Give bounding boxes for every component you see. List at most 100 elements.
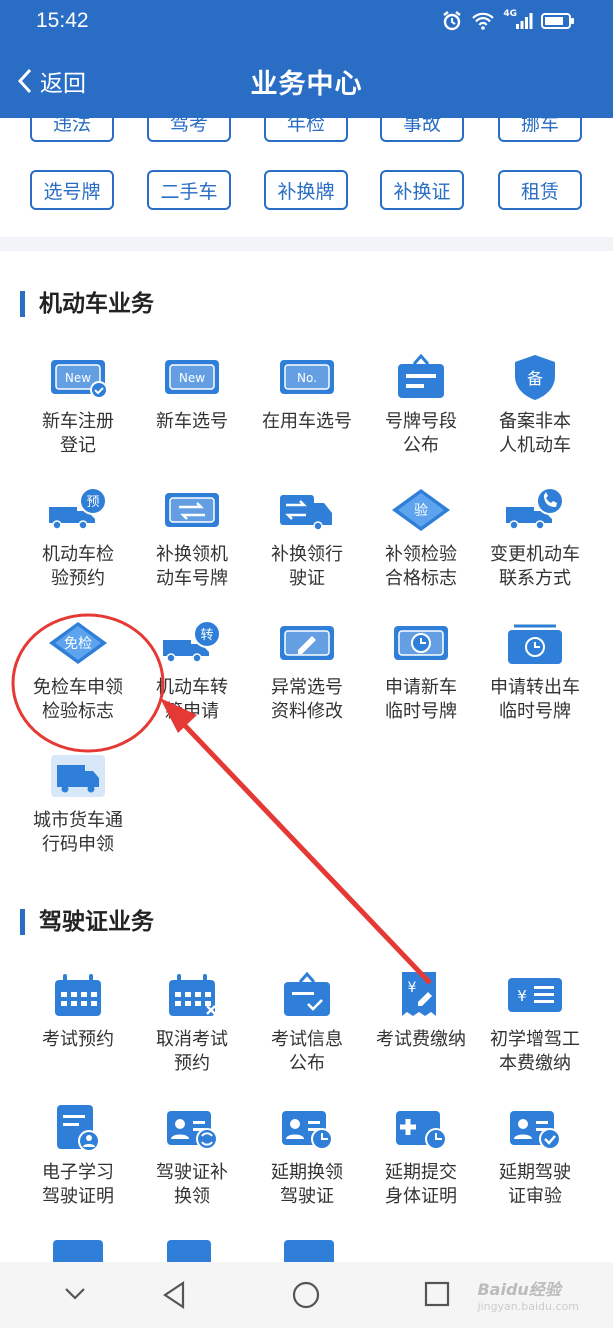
- service-item[interactable]: 变更机动车 联系方式: [478, 485, 592, 591]
- service-item-label: 异常选号 资料修改: [271, 677, 343, 722]
- service-item[interactable]: 补换领机 动车号牌: [135, 485, 249, 591]
- service-item[interactable]: 备备案非本 人机动车: [478, 352, 592, 458]
- cargo-truck-icon: [51, 755, 105, 797]
- service-item[interactable]: 异常选号 资料修改: [250, 618, 364, 724]
- svg-text:免检: 免检: [64, 636, 92, 652]
- recent-apps-icon[interactable]: [423, 1280, 451, 1308]
- service-item[interactable]: 延期换领 驾驶证: [250, 1103, 364, 1209]
- service-item-label: 号牌号段 公布: [385, 411, 457, 456]
- svg-text:New: New: [65, 371, 91, 385]
- network-type-label: 4G: [503, 9, 517, 19]
- svg-text:New: New: [179, 371, 205, 385]
- svg-text:预: 预: [86, 495, 99, 510]
- service-item[interactable]: New 新车注册 登记: [21, 352, 135, 458]
- truck-phone-icon: [506, 487, 564, 530]
- svg-text:转: 转: [200, 628, 213, 643]
- fee-card-icon: ¥: [508, 978, 562, 1012]
- back-triangle-icon[interactable]: [160, 1280, 188, 1310]
- service-item[interactable]: 号牌号段 公布: [364, 352, 478, 458]
- service-item-label: 变更机动车 联系方式: [490, 544, 580, 589]
- plate-edit-icon: [280, 626, 334, 660]
- service-item[interactable]: 补换领行 驶证: [250, 485, 364, 591]
- service-item-label: 补领检验 合格标志: [385, 544, 457, 589]
- svg-text:验: 验: [414, 503, 428, 519]
- service-item-label: 新车选号: [156, 411, 228, 432]
- svg-text:¥: ¥: [408, 980, 417, 996]
- quick-tag-4[interactable]: 补换证: [380, 170, 464, 210]
- service-item-label: 新车注册 登记: [42, 411, 114, 456]
- home-circle-icon[interactable]: [291, 1280, 321, 1310]
- fee-receipt-icon: ¥: [402, 972, 436, 1016]
- service-item-label: 机动车检 验预约: [42, 544, 114, 589]
- service-item[interactable]: 延期驾驶 证审验: [478, 1103, 592, 1209]
- license-swap-icon: [280, 495, 332, 531]
- service-item-label: 补换领行 驶证: [271, 544, 343, 589]
- medical-clock-icon: [396, 1111, 447, 1150]
- truck-reserve-icon: 预: [49, 487, 107, 530]
- shield-record-icon: 备: [515, 355, 555, 400]
- svg-text:¥: ¥: [517, 987, 527, 1005]
- id-check-icon: [510, 1111, 561, 1150]
- notice-check-icon: [284, 971, 330, 1016]
- service-item[interactable]: 申请转出车 临时号牌: [478, 618, 592, 724]
- service-item[interactable]: 考试预约: [21, 970, 135, 1052]
- service-item-label: 考试费缴纳: [376, 1029, 466, 1050]
- service-item-label: 机动车转 籍申请: [156, 677, 228, 722]
- status-icons: 4G: [441, 9, 575, 32]
- inspection-diamond-icon: 验: [392, 489, 450, 531]
- service-item[interactable]: 电子学习 驾驶证明: [21, 1103, 135, 1209]
- service-item-label: 申请转出车 临时号牌: [490, 677, 580, 722]
- wifi-icon: [472, 12, 495, 30]
- service-item[interactable]: 转机动车转 籍申请: [135, 618, 249, 724]
- service-item[interactable]: 预机动车检 验预约: [21, 485, 135, 591]
- service-item[interactable]: 验补领检验 合格标志: [364, 485, 478, 591]
- partial-item-icon[interactable]: [284, 1240, 334, 1262]
- new-plate-icon: New: [165, 360, 219, 394]
- watermark-main: Baidu经验: [477, 1280, 561, 1299]
- service-item[interactable]: 申请新车 临时号牌: [364, 618, 478, 724]
- calendar-cancel-icon: [169, 974, 216, 1016]
- service-item[interactable]: No. 在用车选号: [250, 352, 364, 434]
- service-item-label: 备案非本 人机动车: [499, 411, 571, 456]
- quick-tag-5[interactable]: 租赁: [498, 170, 582, 210]
- chevron-down-icon[interactable]: [62, 1280, 88, 1306]
- service-item-label: 考试信息 公布: [271, 1029, 343, 1074]
- watermark: Baidu经验 jingyan.baidu.com: [477, 1276, 579, 1313]
- service-item[interactable]: ¥ 考试费缴纳: [364, 970, 478, 1052]
- page-title-overlay: 业务中心: [250, 69, 363, 99]
- id-swap-icon: [167, 1111, 218, 1150]
- notice-board-icon: [398, 353, 444, 398]
- watermark-sub: jingyan.baidu.com: [477, 1300, 579, 1313]
- service-item[interactable]: 考试信息 公布: [250, 970, 364, 1076]
- service-item-label: 免检车申领 检验标志: [33, 677, 123, 722]
- temp-plate-out-icon: [508, 624, 562, 664]
- service-item-label: 申请新车 临时号牌: [385, 677, 457, 722]
- quick-tag-3[interactable]: 补换牌: [264, 170, 348, 210]
- section-title-vehicle: 机动车业务: [20, 291, 154, 317]
- service-item-label: 驾驶证补 换领: [156, 1162, 228, 1207]
- service-item-label: 延期换领 驾驶证: [271, 1162, 343, 1207]
- new-plate-check-icon: New: [51, 360, 108, 399]
- service-item[interactable]: 驾驶证补 换领: [135, 1103, 249, 1209]
- quick-tag-2[interactable]: 二手车: [147, 170, 231, 210]
- service-item[interactable]: 免检免检车申领 检验标志: [21, 618, 135, 724]
- service-item-label: 取消考试 预约: [156, 1029, 228, 1074]
- service-item[interactable]: 延期提交 身体证明: [364, 1103, 478, 1209]
- service-item-label: 城市货车通 行码申领: [33, 810, 123, 855]
- service-item[interactable]: 取消考试 预约: [135, 970, 249, 1076]
- quick-tag-1[interactable]: 选号牌: [30, 170, 114, 210]
- quick-tags-row-2: 选号牌 二手车 补换牌 补换证 租赁: [0, 170, 613, 214]
- temp-plate-clock-icon: [394, 626, 448, 660]
- svg-text:备: 备: [527, 369, 543, 388]
- status-time: 15:42: [36, 9, 89, 32]
- status-bar: 15:42 4G: [0, 0, 613, 44]
- service-item[interactable]: ¥ 初学增驾工 本费缴纳: [478, 970, 592, 1076]
- alarm-icon: [443, 11, 462, 31]
- calendar-icon: [55, 974, 101, 1016]
- partial-item-icon[interactable]: [167, 1240, 211, 1262]
- service-item[interactable]: 城市货车通 行码申领: [21, 751, 135, 857]
- partial-item-icon[interactable]: [53, 1240, 103, 1262]
- annotation-arrow-line: [170, 710, 432, 985]
- id-clock-icon: [282, 1111, 333, 1150]
- service-item[interactable]: New 新车选号: [135, 352, 249, 434]
